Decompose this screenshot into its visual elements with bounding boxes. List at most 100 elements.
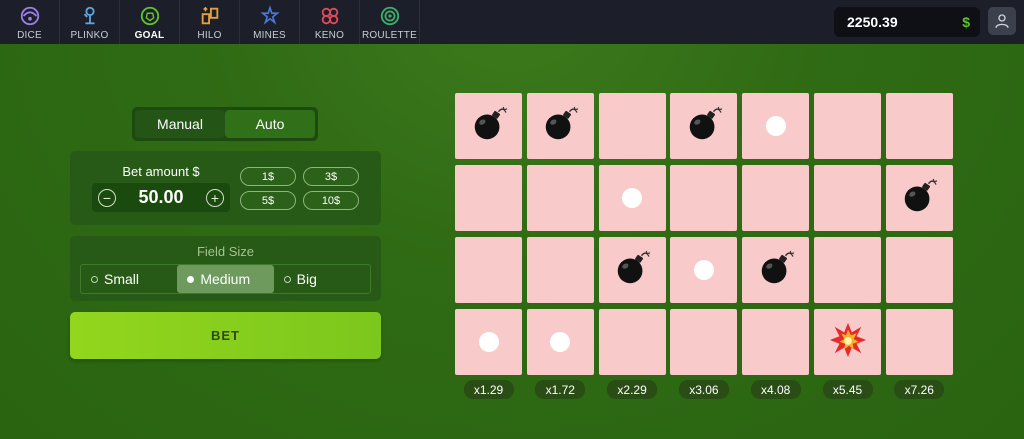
grid-cell[interactable] — [814, 237, 881, 303]
grid-cell[interactable] — [742, 165, 810, 231]
bomb-icon — [685, 105, 723, 148]
field-size-medium[interactable]: Medium — [177, 265, 274, 293]
radio-icon — [283, 275, 291, 283]
grid-cell[interactable] — [455, 237, 522, 303]
bet-amount-value[interactable]: 50.00 — [138, 187, 183, 208]
field-size-label: Small — [104, 271, 140, 287]
ball-icon — [478, 332, 499, 352]
quick-bet-3[interactable]: 3$ — [303, 167, 359, 186]
minus-icon: − — [102, 189, 112, 206]
grid-cell[interactable] — [742, 93, 810, 159]
grid-cell[interactable] — [598, 165, 666, 231]
keno-icon — [321, 7, 338, 25]
multiplier-badge: x3.06 — [678, 380, 729, 399]
grid-cell[interactable] — [742, 237, 810, 303]
grid-cell[interactable] — [670, 93, 738, 159]
multiplier-badge: x5.45 — [822, 380, 873, 399]
grid-cell[interactable] — [526, 93, 594, 159]
nav-label: PLINKO — [70, 30, 109, 41]
bomb-icon — [541, 105, 579, 148]
multiplier-row: x1.29 x1.72 x2.29 x3.06 x4.08 x5.45 x7.26 — [455, 380, 953, 400]
grid-cell[interactable] — [742, 309, 810, 375]
grid-cell[interactable] — [455, 93, 522, 159]
field-size-title: Field Size — [196, 244, 255, 259]
grid-cell[interactable] — [670, 165, 738, 231]
nav-item-dice[interactable]: DICE — [0, 0, 60, 44]
nav-item-goal[interactable]: GOAL — [120, 0, 180, 44]
grid-cell[interactable] — [598, 309, 666, 375]
bomb-icon — [900, 177, 938, 220]
nav-item-plinko[interactable]: PLINKO — [60, 0, 120, 44]
grid-cell[interactable] — [526, 165, 594, 231]
multiplier-badge: x2.29 — [607, 380, 658, 399]
explosion-icon — [829, 321, 867, 364]
user-button[interactable] — [988, 7, 1016, 35]
quick-bet-5[interactable]: 5$ — [240, 191, 296, 210]
mode-switch: Manual Auto — [132, 107, 318, 141]
grid-cell[interactable] — [670, 309, 738, 375]
roulette-icon — [380, 6, 399, 26]
balance-currency: $ — [962, 14, 970, 30]
grid-cell[interactable] — [885, 237, 953, 303]
balance-amount: 2250.39 — [847, 14, 898, 30]
grid-cell[interactable] — [455, 165, 522, 231]
goal-icon — [140, 6, 159, 26]
nav-item-roulette[interactable]: ROULETTE — [360, 0, 420, 44]
ball-icon — [622, 188, 643, 208]
grid-cell[interactable] — [814, 309, 881, 375]
dice-icon — [20, 6, 39, 26]
grid-cell[interactable] — [526, 309, 594, 375]
balance-display: 2250.39 $ — [834, 7, 980, 37]
field-size-panel: Field Size Small Medium Big — [70, 236, 381, 301]
manual-tab[interactable]: Manual — [135, 110, 225, 138]
nav-item-hilo[interactable]: HILO — [180, 0, 240, 44]
bomb-icon — [613, 249, 651, 292]
nav-label: DICE — [17, 30, 42, 41]
radio-selected-icon — [187, 275, 195, 283]
grid-cell[interactable] — [526, 237, 594, 303]
grid-cell[interactable] — [885, 165, 953, 231]
field-size-big[interactable]: Big — [274, 265, 370, 293]
grid-cell[interactable] — [598, 93, 666, 159]
nav-item-keno[interactable]: KENO — [300, 0, 360, 44]
grid-cell[interactable] — [814, 165, 881, 231]
game-grid — [455, 93, 953, 375]
grid-cell[interactable] — [885, 309, 953, 375]
top-nav: DICE PLINKO GOAL HILO MINES KENO ROULETT… — [0, 0, 1024, 44]
multiplier-badge: x1.72 — [535, 380, 586, 399]
grid-cell[interactable] — [670, 237, 738, 303]
ball-icon — [693, 260, 714, 280]
nav-label: KENO — [314, 30, 345, 41]
bet-amount-label: Bet amount $ — [122, 164, 200, 179]
radio-icon — [91, 275, 98, 283]
auto-tab[interactable]: Auto — [225, 110, 315, 138]
quick-bet-10[interactable]: 10$ — [303, 191, 359, 210]
increase-bet-button[interactable]: + — [205, 188, 224, 207]
plinko-icon — [83, 6, 95, 25]
multiplier-badge: x7.26 — [894, 380, 945, 399]
decrease-bet-button[interactable]: − — [98, 188, 116, 207]
grid-cell[interactable] — [598, 237, 666, 303]
field-size-options: Small Medium Big — [80, 264, 371, 294]
bet-amount-panel: Bet amount $ − 50.00 + 1$ 3$ 5$ 10$ — [70, 151, 381, 225]
multiplier-badge: x4.08 — [750, 380, 801, 399]
bet-amount-field[interactable]: − 50.00 + — [92, 183, 230, 212]
bomb-icon — [757, 249, 795, 292]
nav-label: MINES — [253, 30, 286, 41]
nav-item-mines[interactable]: MINES — [240, 0, 300, 44]
ball-icon — [550, 332, 571, 352]
ball-icon — [765, 116, 786, 136]
bet-button[interactable]: BET — [70, 312, 381, 359]
plus-icon: + — [210, 189, 220, 206]
grid-cell[interactable] — [885, 93, 953, 159]
quick-bet-1[interactable]: 1$ — [240, 167, 296, 186]
grid-cell[interactable] — [455, 309, 522, 375]
multiplier-badge: x1.29 — [463, 380, 514, 399]
field-size-label: Medium — [200, 271, 251, 287]
mines-icon — [259, 5, 280, 25]
nav-label: HILO — [197, 30, 222, 41]
nav-label: GOAL — [134, 30, 165, 41]
grid-cell[interactable] — [814, 93, 881, 159]
field-size-small[interactable]: Small — [81, 265, 177, 293]
hilo-icon — [201, 6, 218, 25]
